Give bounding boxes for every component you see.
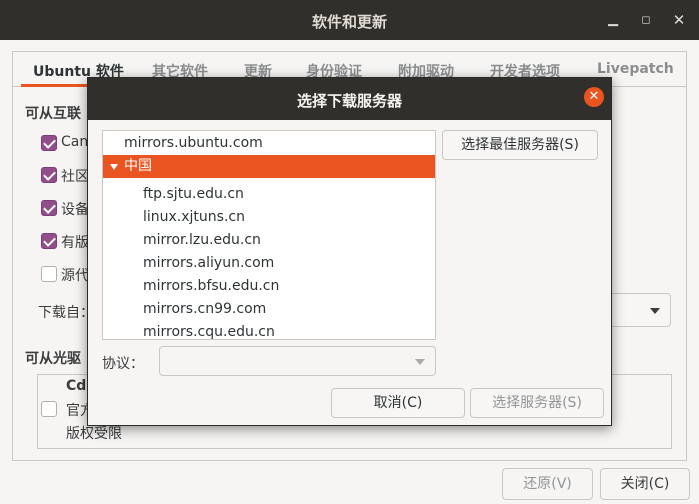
canonical-checkbox[interactable] (41, 135, 57, 151)
list-item[interactable]: mirrors.bfsu.edu.cn (103, 275, 435, 298)
source-code-checkbox[interactable] (41, 266, 57, 282)
maximize-icon[interactable]: ◻ (636, 10, 656, 30)
list-item[interactable]: mirrors.aliyun.com (103, 252, 435, 275)
choose-server-button[interactable]: 选择服务器(S) (470, 388, 604, 418)
expander-arrow-icon[interactable] (110, 164, 118, 170)
minimize-icon[interactable]: ▁ (603, 10, 623, 30)
list-item[interactable]: linux.xjtuns.cn (103, 206, 435, 229)
cdrom-line2: 版权受限 (66, 426, 122, 442)
list-item[interactable]: mirror.lzu.edu.cn (103, 229, 435, 252)
window-close-icon[interactable]: ✕ (669, 10, 689, 30)
close-button[interactable]: 关闭(C) (600, 468, 690, 500)
cdrom-section-title: 可从光驱 (25, 351, 81, 367)
mirror-list[interactable]: mirrors.ubuntu.com 中国 ftp.sjtu.edu.cn li… (102, 130, 436, 340)
list-item-selected[interactable]: 中国 (103, 155, 435, 178)
select-best-server-button[interactable]: 选择最佳服务器(S) (442, 130, 598, 160)
source-code-label: 源代 (61, 268, 89, 284)
dialog-titlebar[interactable]: 选择下载服务器 ✕ (88, 78, 611, 120)
list-item-label: 中国 (124, 158, 152, 174)
dialog-close-icon[interactable]: ✕ (584, 87, 604, 107)
cancel-button[interactable]: 取消(C) (331, 388, 465, 418)
drivers-checkbox[interactable] (41, 200, 57, 216)
community-checkbox[interactable] (41, 167, 57, 183)
drivers-label: 设备 (61, 202, 89, 218)
main-titlebar[interactable]: 软件和更新 ▁ ◻ ✕ (0, 0, 699, 40)
main-window-title: 软件和更新 (311, 13, 387, 31)
list-item[interactable]: mirrors.cqu.edu.cn (103, 321, 435, 339)
protocol-label: 协议： (102, 356, 144, 372)
internet-section-title: 可从互联 (25, 106, 81, 122)
choose-server-dialog: 选择下载服务器 ✕ mirrors.ubuntu.com 中国 ftp.sjtu… (87, 77, 612, 426)
list-item[interactable]: ftp.sjtu.edu.cn (103, 183, 435, 206)
tab-livepatch[interactable]: Livepatch (597, 61, 674, 77)
restricted-checkbox[interactable] (41, 233, 57, 249)
dialog-title: 选择下载服务器 (296, 92, 402, 110)
list-item[interactable]: mirrors.ubuntu.com (103, 132, 435, 155)
download-from-label: 下载自： (38, 305, 94, 321)
list-item[interactable]: mirrors.cn99.com (103, 298, 435, 321)
cdrom-checkbox[interactable] (41, 401, 57, 417)
revert-button[interactable]: 还原(V) (502, 468, 593, 500)
community-label: 社区 (61, 169, 89, 185)
restricted-label: 有版 (61, 235, 89, 251)
protocol-combo[interactable] (159, 346, 436, 376)
chevron-down-icon (415, 359, 425, 365)
canonical-label: Can (61, 134, 89, 150)
chevron-down-icon (650, 308, 660, 314)
